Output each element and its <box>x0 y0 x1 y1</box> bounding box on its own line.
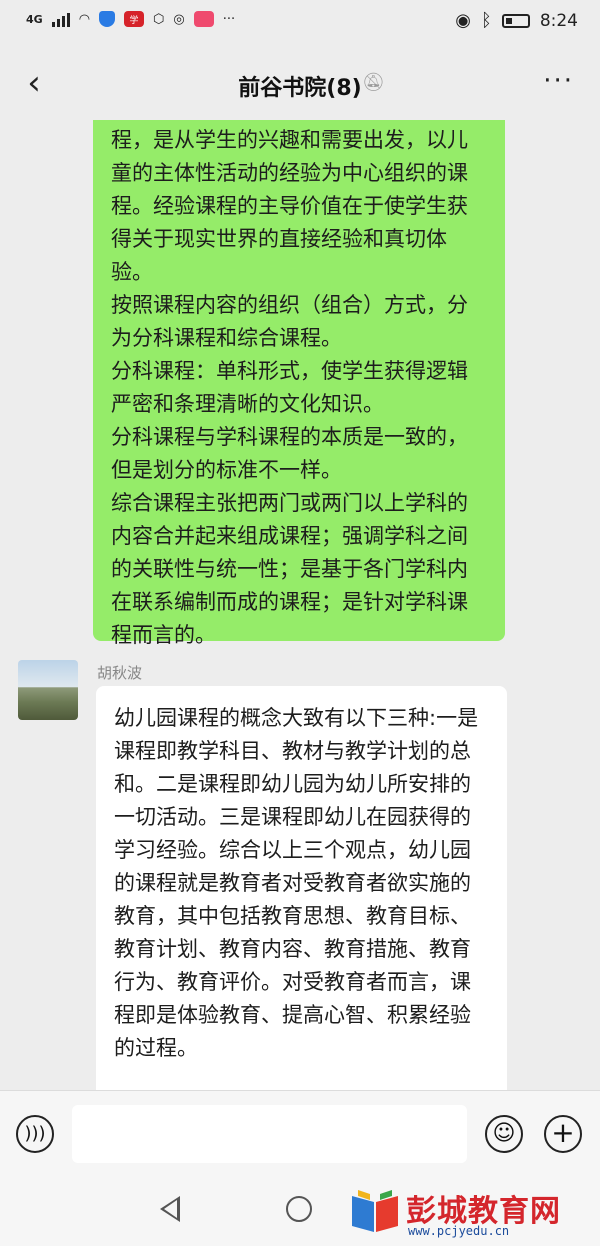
status-right-icons: ◉ ᛒ 8:24 <box>455 10 578 31</box>
shop-app-icon <box>193 11 214 27</box>
input-bar: ))) ☺ + <box>0 1090 600 1179</box>
chat-title: 前谷书院(8) <box>238 76 362 101</box>
nav-home-icon[interactable] <box>286 1196 312 1222</box>
hexagon-app-icon: ⬡ <box>153 11 165 27</box>
outgoing-message-text: 程，是从学生的兴趣和需要出发，以儿童的主体性活动的经验为中心组织的课程。经验课程… <box>111 128 468 647</box>
voice-input-icon[interactable]: ))) <box>16 1115 54 1153</box>
plus-icon[interactable]: + <box>544 1115 582 1153</box>
more-notifications-icon: ··· <box>222 11 236 27</box>
watermark-logo-icon <box>352 1190 398 1232</box>
eye-icon: ◉ <box>455 10 471 31</box>
incoming-message-text: 幼儿园课程的概念大致有以下三种:一是课程即教学科目、教材与教学计划的总和。二是课… <box>114 706 479 1060</box>
study-app-icon: 学 <box>124 11 145 27</box>
bluetooth-icon: ᛒ <box>481 10 492 31</box>
security-app-icon <box>99 11 116 27</box>
network-type: 4G <box>26 12 43 26</box>
sender-name: 胡秋波 <box>97 664 143 682</box>
status-bar: 4G ◠ 学 ⬡ ◎ ··· ◉ ᛒ 8:24 <box>0 0 600 48</box>
avatar[interactable] <box>18 660 78 720</box>
more-icon[interactable]: ··· <box>543 66 574 96</box>
wifi-icon: ◠ <box>78 11 91 27</box>
nav-back-icon[interactable] <box>160 1196 180 1222</box>
chat-app-icon: ◎ <box>173 11 185 27</box>
outgoing-message-bubble[interactable]: 程，是从学生的兴趣和需要出发，以儿童的主体性活动的经验为中心组织的课程。经验课程… <box>93 120 505 647</box>
clock-time: 8:24 <box>539 10 578 31</box>
incoming-message-bubble[interactable]: 幼儿园课程的概念大致有以下三种:一是课程即教学科目、教材与教学计划的总和。二是课… <box>96 686 507 1090</box>
message-input[interactable] <box>72 1105 467 1163</box>
watermark: 彭城教育网 www.pcjyedu.cn <box>348 1186 596 1242</box>
emoji-icon[interactable]: ☺ <box>485 1115 523 1153</box>
message-list[interactable]: 程，是从学生的兴趣和需要出发，以儿童的主体性活动的经验为中心组织的课程。经验课程… <box>0 120 600 1090</box>
chat-header: ‹ 前谷书院(8) 🔕︎ ··· <box>0 48 600 120</box>
watermark-url: www.pcjyedu.cn <box>408 1224 510 1238</box>
bell-muted-icon: 🔕︎ <box>362 72 385 93</box>
battery-icon <box>501 13 530 28</box>
signal-icon <box>51 11 70 27</box>
status-left-icons: 4G ◠ 学 ⬡ ◎ ··· <box>26 11 235 27</box>
